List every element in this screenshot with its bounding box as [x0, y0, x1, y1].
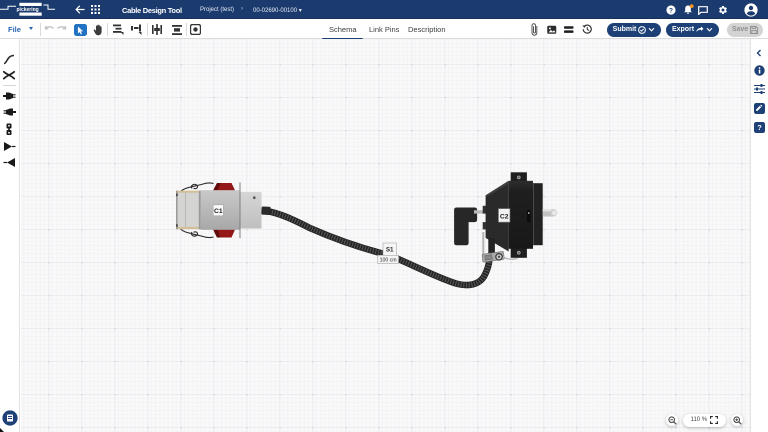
- svg-text:?: ?: [669, 7, 673, 14]
- svg-text:S1: S1: [386, 247, 394, 254]
- svg-text:?: ?: [757, 123, 762, 132]
- svg-text:C2: C2: [500, 213, 509, 220]
- svg-text:C1: C1: [214, 208, 223, 215]
- svg-text:100 cm: 100 cm: [380, 257, 397, 263]
- svg-text:pickering: pickering: [17, 7, 39, 13]
